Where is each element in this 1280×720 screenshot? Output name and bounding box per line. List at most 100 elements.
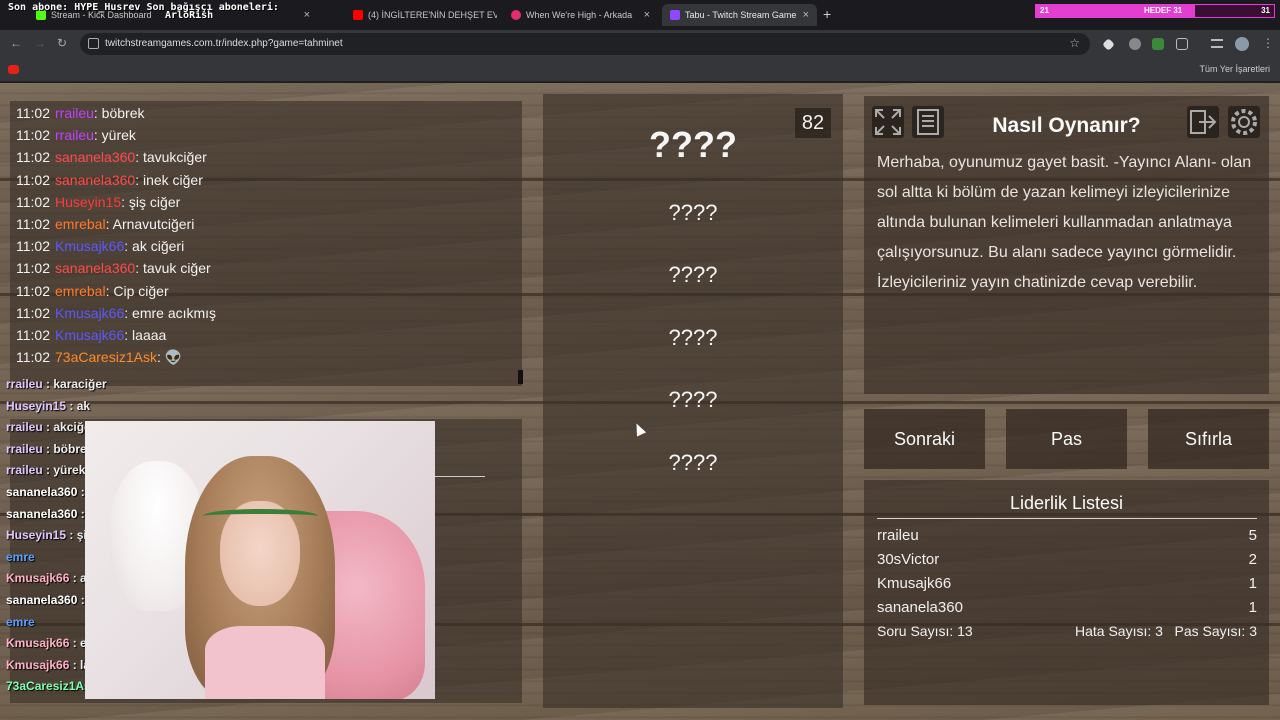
chat-message: 11:02 rraileu: böbrek bbox=[16, 105, 145, 121]
goal-target: 31 bbox=[1261, 6, 1270, 15]
message-user: rraileu bbox=[6, 463, 43, 478]
message-time: 11:02 bbox=[16, 327, 50, 343]
stream-chat-message: sananela360 : bbox=[6, 485, 85, 499]
message-text: : akciğe bbox=[42, 420, 91, 435]
how-to-play-panel: Nasıl Oynanır? Merhaba, oyunumuz gayet b… bbox=[864, 96, 1269, 394]
message-text: : bbox=[77, 506, 85, 521]
divider bbox=[877, 518, 1257, 519]
youtube-icon bbox=[353, 10, 363, 20]
message-text: : karaciğer bbox=[42, 377, 107, 391]
chat-message: 11:02 emrebal: Cip ciğer bbox=[16, 283, 169, 299]
message-time: 11:02 bbox=[16, 149, 50, 166]
message-user: rraileu bbox=[55, 105, 94, 121]
new-tab-button[interactable]: + bbox=[823, 6, 831, 22]
message-text: : inek ciğer bbox=[135, 171, 203, 188]
message-user: Huseyin15 bbox=[6, 398, 67, 413]
message-text: : bbox=[77, 485, 85, 499]
close-icon[interactable]: × bbox=[797, 9, 809, 21]
chat-message: 11:02 sananela360: tavuk ciğer bbox=[16, 260, 211, 276]
message-time: 11:02 bbox=[16, 193, 50, 210]
extension-icon[interactable] bbox=[1152, 38, 1164, 50]
message-user: sananela360 bbox=[6, 506, 78, 521]
youtube-bookmark-icon[interactable] bbox=[8, 65, 19, 74]
url-field[interactable]: twitchstreamgames.com.tr/index.php?game=… bbox=[80, 33, 1090, 55]
pass-count: Pas Sayısı: 3 bbox=[1174, 623, 1257, 639]
message-user: sananela360 bbox=[55, 171, 136, 188]
next-button[interactable]: Sonraki bbox=[864, 409, 985, 469]
reset-button[interactable]: Sıfırla bbox=[1148, 409, 1269, 469]
stream-chat-message: emre bbox=[6, 550, 35, 564]
message-text: : bbox=[77, 593, 85, 607]
message-user: emre bbox=[6, 614, 35, 629]
message-user: 73aCaresiz1Ask bbox=[55, 349, 157, 366]
tab-label: Tabu - Twitch Stream Game bbox=[685, 10, 797, 20]
stream-chat-message: rraileu : akciğe bbox=[6, 420, 91, 434]
message-user: rraileu bbox=[6, 441, 43, 456]
avatar[interactable] bbox=[1235, 37, 1249, 51]
tab-music[interactable]: When We're High - Arkada × bbox=[503, 4, 658, 26]
player-name: Kmusajk66 bbox=[877, 575, 952, 592]
chat-message: 11:02 sananela360: inek ciğer bbox=[16, 172, 203, 188]
message-time: 11:02 bbox=[16, 216, 50, 232]
chat-message: 11:02 73aCaresiz1Ask: 👽 bbox=[16, 349, 182, 366]
bookmark-star-icon[interactable]: ☆ bbox=[1069, 36, 1080, 50]
message-user: 73aCaresiz1Ask bbox=[6, 679, 98, 694]
forbidden-word: ???? bbox=[668, 450, 718, 475]
message-time: 11:02 bbox=[16, 238, 50, 255]
overlay-ticker-name: ArloRish bbox=[165, 10, 214, 21]
close-icon[interactable]: × bbox=[638, 9, 650, 21]
tab-youtube-video[interactable]: (4) İNGİLTERE'NİN DEHŞET EVİ × bbox=[345, 4, 497, 26]
puzzle-icon[interactable] bbox=[1176, 38, 1188, 50]
game-page: 11:02 rraileu: böbrek 11:02 rraileu: yürek 1… bbox=[0, 83, 1280, 720]
message-text: : Arnavutciğeri bbox=[105, 216, 195, 232]
reload-icon[interactable]: ↻ bbox=[57, 36, 67, 50]
chat-message: 11:02 sananela360: tavukciğer bbox=[16, 149, 207, 165]
extension-icon[interactable] bbox=[1102, 38, 1115, 51]
forbidden-word: ???? bbox=[668, 262, 718, 287]
tab-tabu-game[interactable]: Tabu - Twitch Stream Game × bbox=[662, 4, 817, 26]
url-text: twitchstreamgames.com.tr/index.php?game=… bbox=[105, 38, 343, 49]
pass-button[interactable]: Pas bbox=[1006, 409, 1127, 469]
message-time: 11:02 bbox=[16, 349, 50, 366]
browser-tab-bar: Stream - Kick Dashboard × (4) İNGİLTERE'… bbox=[0, 0, 1280, 30]
chat-message: 11:02 emrebal: Arnavutciğeri bbox=[16, 216, 194, 232]
chat-message: 11:02 Kmusajk66: emre acıkmış bbox=[16, 305, 216, 321]
stream-chat-message: Huseyin15 : ak bbox=[6, 399, 90, 413]
forbidden-word: ???? bbox=[668, 200, 718, 225]
leaderboard-panel: Liderlik Listesi rraileu 5 30sVictor 2 K… bbox=[864, 480, 1269, 705]
close-icon[interactable]: × bbox=[298, 9, 310, 21]
back-icon[interactable]: ← bbox=[10, 36, 22, 50]
chat-message: 11:02 Huseyin15: şiş ciğer bbox=[16, 194, 180, 210]
twitch-icon bbox=[670, 10, 680, 20]
message-user: Huseyin15 bbox=[55, 193, 122, 210]
message-time: 11:02 bbox=[16, 171, 50, 188]
message-text: : şi bbox=[66, 528, 87, 543]
message-user: rraileu bbox=[55, 127, 94, 144]
message-text: : şiş ciğer bbox=[121, 193, 181, 210]
streamer-top bbox=[205, 626, 325, 699]
message-text: : ak ciğeri bbox=[124, 238, 185, 255]
message-text: : tavuk ciğer bbox=[135, 260, 211, 277]
menu-icon[interactable]: ⋮ bbox=[1262, 36, 1274, 50]
stream-chat-message: sananela360 : bbox=[6, 593, 85, 607]
forward-icon[interactable]: → bbox=[34, 36, 46, 50]
site-info-icon[interactable] bbox=[88, 38, 99, 49]
question-count: Soru Sayısı: 13 bbox=[877, 623, 973, 639]
media-controls-icon[interactable] bbox=[1211, 39, 1223, 48]
tab-label: When We're High - Arkada bbox=[526, 10, 633, 20]
message-user: sananela360 bbox=[55, 149, 136, 166]
player-score: 1 bbox=[1248, 575, 1257, 592]
message-time: 11:02 bbox=[16, 127, 50, 144]
player-name: sananela360 bbox=[877, 599, 963, 616]
extension-icon[interactable] bbox=[1129, 38, 1141, 50]
stream-chat-message: rraileu : karaciğer bbox=[6, 377, 107, 391]
message-text: : yürek bbox=[93, 127, 136, 144]
chat-scrollbar[interactable] bbox=[518, 370, 523, 384]
bookmarks-bar: Tüm Yer İşaretleri bbox=[0, 58, 1280, 82]
message-user: Kmusajk66 bbox=[55, 304, 125, 321]
stream-chat-message: Kmusajk66 : a bbox=[6, 571, 87, 585]
stream-chat-message: rraileu : yürek bbox=[6, 463, 85, 477]
player-score: 5 bbox=[1248, 527, 1257, 544]
all-bookmarks-link[interactable]: Tüm Yer İşaretleri bbox=[1199, 64, 1270, 74]
message-user: Kmusajk66 bbox=[6, 636, 70, 651]
